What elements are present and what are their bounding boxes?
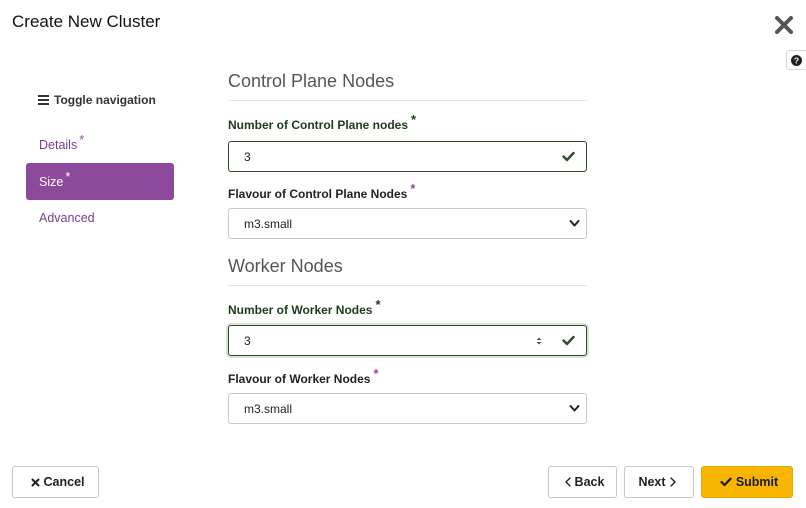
select-value: m3.small <box>244 216 293 231</box>
bars-icon <box>38 95 49 105</box>
next-label: Next <box>638 475 666 489</box>
check-icon <box>720 477 732 487</box>
cancel-button[interactable]: Cancel <box>12 466 99 498</box>
worker-count-label: Number of Worker Nodes * <box>228 297 381 317</box>
worker-section-title: Worker Nodes <box>228 256 587 286</box>
sidebar-item-label: Advanced <box>39 211 95 225</box>
control-plane-flavour-select[interactable]: m3.small <box>228 208 587 239</box>
field-label-text: Flavour of Worker Nodes <box>228 372 371 386</box>
submit-label: Submit <box>735 475 779 489</box>
next-button[interactable]: Next <box>624 466 694 498</box>
field-label-text: Number of Control Plane nodes <box>228 118 409 132</box>
control-plane-count-label: Number of Control Plane nodes * <box>228 112 416 132</box>
close-icon <box>31 478 39 486</box>
check-icon <box>562 151 575 162</box>
required-marker: * <box>373 366 379 381</box>
chevron-down-icon <box>569 405 580 412</box>
close-button[interactable] <box>774 15 794 35</box>
input-value: 3 <box>244 333 251 348</box>
sidebar-item-size[interactable]: Size * <box>26 163 174 200</box>
chevron-left-icon <box>564 477 571 487</box>
field-label-text: Flavour of Control Plane Nodes <box>228 187 408 201</box>
cancel-label: Cancel <box>43 475 85 489</box>
modal-title: Create New Cluster <box>12 12 161 31</box>
sidebar-item-label: Size <box>39 175 64 189</box>
chevron-down-icon <box>569 220 580 227</box>
chevron-right-icon <box>669 477 676 487</box>
input-value: 3 <box>244 149 251 164</box>
submit-button[interactable]: Submit <box>701 466 793 498</box>
close-icon <box>775 16 793 34</box>
sidebar-item-label: Details <box>39 138 78 152</box>
required-marker: * <box>79 132 85 147</box>
back-label: Back <box>574 475 605 489</box>
sidebar-item-details[interactable]: Details * <box>26 126 174 163</box>
svg-text:?: ? <box>794 55 799 65</box>
select-value: m3.small <box>244 401 293 416</box>
control-plane-section-title: Control Plane Nodes <box>228 71 587 101</box>
help-button[interactable]: ? <box>786 50 806 70</box>
field-label-text: Number of Worker Nodes <box>228 303 373 317</box>
back-button[interactable]: Back <box>548 466 617 498</box>
worker-flavour-label: Flavour of Worker Nodes * <box>228 366 379 386</box>
required-marker: * <box>65 169 71 184</box>
control-plane-flavour-label: Flavour of Control Plane Nodes * <box>228 181 415 201</box>
toggle-navigation-label: Toggle navigation <box>54 93 156 107</box>
required-marker: * <box>411 112 417 127</box>
required-marker: * <box>410 181 416 196</box>
toggle-navigation-button[interactable]: Toggle navigation <box>26 88 174 112</box>
worker-count-input[interactable]: 3 <box>228 325 587 356</box>
required-marker: * <box>375 297 381 312</box>
question-circle-icon: ? <box>791 54 802 66</box>
worker-flavour-select[interactable]: m3.small <box>228 393 587 424</box>
check-icon <box>562 335 575 346</box>
wizard-sidebar: Toggle navigation Details * Size * Advance… <box>26 88 174 237</box>
control-plane-count-input[interactable]: 3 <box>228 141 587 172</box>
sidebar-item-advanced[interactable]: Advanced <box>26 200 174 237</box>
number-stepper-icon[interactable] <box>534 335 544 347</box>
